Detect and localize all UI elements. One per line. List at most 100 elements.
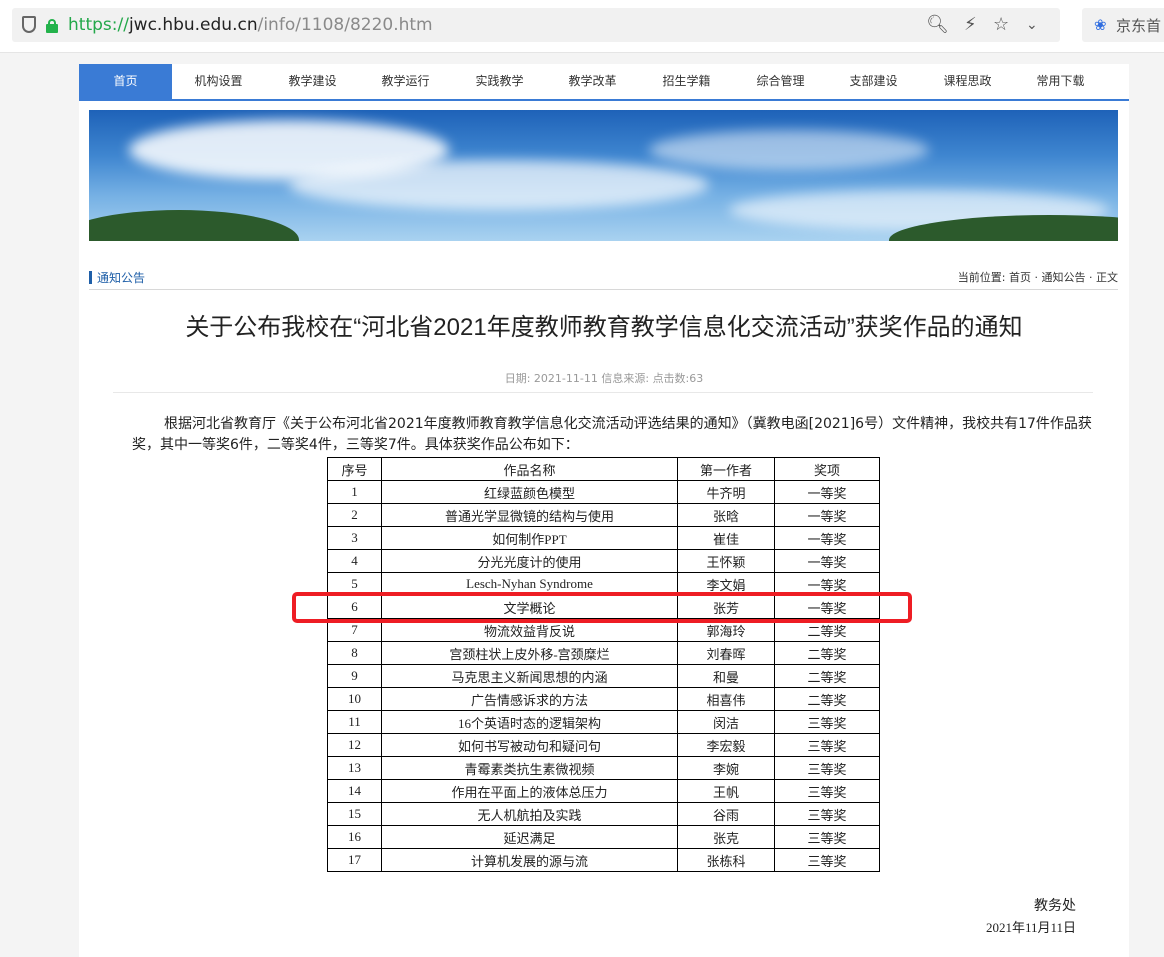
cell-title: 宫颈柱状上皮外移-宫颈糜烂 [381, 641, 678, 665]
nav-item-management[interactable]: 综合管理 [734, 64, 827, 99]
extension-search-box[interactable]: ❀ 京东首 [1082, 8, 1164, 42]
cell-index: 12 [327, 733, 382, 757]
table-row: 4 分光光度计的使用 王怀颖 一等奖 [327, 549, 880, 573]
table-row: 11 16个英语时态的逻辑架构 闵洁 三等奖 [327, 710, 880, 734]
url-text[interactable]: https://jwc.hbu.edu.cn/info/1108/8220.ht… [68, 14, 433, 36]
cell-index: 15 [327, 802, 382, 826]
cell-index: 2 [327, 503, 382, 527]
cell-index: 16 [327, 825, 382, 849]
cell-award: 三等奖 [774, 802, 880, 826]
cell-title: 16个英语时态的逻辑架构 [381, 710, 678, 734]
nav-item-org[interactable]: 机构设置 [172, 64, 265, 99]
cell-award: 二等奖 [774, 664, 880, 688]
cell-author: 牛齐明 [677, 480, 775, 504]
cell-index: 1 [327, 480, 382, 504]
address-bar[interactable]: https://jwc.hbu.edu.cn/info/1108/8220.ht… [12, 8, 1060, 42]
cell-award: 三等奖 [774, 756, 880, 780]
breadcrumb-path[interactable]: 首页 · 通知公告 · 正文 [1009, 271, 1118, 284]
nav-item-teaching-build[interactable]: 教学建设 [266, 64, 359, 99]
banner-image [89, 110, 1118, 241]
breadcrumb: 当前位置: 首页 · 通知公告 · 正文 [957, 271, 1118, 284]
cell-award: 一等奖 [774, 503, 880, 527]
section-marker [89, 271, 92, 284]
cell-author: 刘春晖 [677, 641, 775, 665]
nav-item-reform[interactable]: 教学改革 [546, 64, 639, 99]
lock-icon[interactable] [46, 19, 58, 33]
cell-author: 和曼 [677, 664, 775, 688]
zoom-icon[interactable]: 🔍︎ [926, 15, 949, 35]
cell-index: 8 [327, 641, 382, 665]
divider [113, 392, 1093, 393]
cell-author: 李宏毅 [677, 733, 775, 757]
awards-table: 序号 作品名称 第一作者 奖项 1 红绿蓝颜色模型 牛齐明 一等奖 2 普通光学显微镜的结… [327, 457, 880, 872]
cell-title: 红绿蓝颜色模型 [381, 480, 678, 504]
cell-award: 一等奖 [774, 549, 880, 573]
article-meta: 日期: 2021-11-11 信息来源: 点击数:63 [504, 372, 704, 385]
cell-title: 分光光度计的使用 [381, 549, 678, 573]
cell-title: 作用在平面上的液体总压力 [381, 779, 678, 803]
cell-author: 张栋科 [677, 848, 775, 872]
table-row: 10 广告情感诉求的方法 相喜伟 二等奖 [327, 687, 880, 711]
nav-item-home[interactable]: 首页 [79, 64, 172, 99]
table-header-row: 序号 作品名称 第一作者 奖项 [327, 457, 880, 481]
table-row: 16 延迟满足 张克 三等奖 [327, 825, 880, 849]
nav-item-branch[interactable]: 支部建设 [827, 64, 920, 99]
cell-author: 李婉 [677, 756, 775, 780]
cell-index: 10 [327, 687, 382, 711]
table-row: 15 无人机航拍及实践 谷雨 三等奖 [327, 802, 880, 826]
cell-index: 11 [327, 710, 382, 734]
cell-award: 三等奖 [774, 825, 880, 849]
table-row: 8 宫颈柱状上皮外移-宫颈糜烂 刘春晖 二等奖 [327, 641, 880, 665]
cell-award: 三等奖 [774, 848, 880, 872]
table-row: 14 作用在平面上的液体总压力 王帆 三等奖 [327, 779, 880, 803]
cell-title: 延迟满足 [381, 825, 678, 849]
cell-index: 14 [327, 779, 382, 803]
page-title: 关于公布我校在“河北省2021年度教师教育教学信息化交流活动”获奖作品的通知 [185, 314, 1023, 341]
cell-award: 三等奖 [774, 733, 880, 757]
cell-award: 一等奖 [774, 526, 880, 550]
cell-title: 如何制作PPT [381, 526, 678, 550]
table-row: 3 如何制作PPT 崔佳 一等奖 [327, 526, 880, 550]
header-index: 序号 [327, 457, 382, 481]
section-header: 通知公告 当前位置: 首页 · 通知公告 · 正文 [89, 269, 1118, 290]
extension-label: 京东首 [1116, 17, 1162, 35]
table-row: 2 普通光学显微镜的结构与使用 张晗 一等奖 [327, 503, 880, 527]
signature: 教务处 [1034, 898, 1076, 914]
cell-author: 张晗 [677, 503, 775, 527]
publish-date: 2021年11月11日 [985, 920, 1076, 935]
star-icon[interactable]: ☆ [993, 15, 1009, 35]
cell-title: 广告情感诉求的方法 [381, 687, 678, 711]
cell-title: 普通光学显微镜的结构与使用 [381, 503, 678, 527]
cell-index: 9 [327, 664, 382, 688]
cell-title: 如何书写被动句和疑问句 [381, 733, 678, 757]
article-paragraph: 根据河北省教育厅《关于公布河北省2021年度教师教育教学信息化交流活动评选结果的… [132, 416, 1092, 453]
lightning-icon[interactable]: ⚡︎ [964, 15, 977, 35]
cell-title: 马克思主义新闻思想的内涵 [381, 664, 678, 688]
cell-award: 二等奖 [774, 687, 880, 711]
baidu-paw-icon: ❀ [1094, 16, 1107, 34]
shield-icon[interactable] [22, 16, 36, 33]
cell-title: 计算机发展的源与流 [381, 848, 678, 872]
chevron-down-icon[interactable]: ⌄ [1026, 15, 1038, 35]
header-title: 作品名称 [381, 457, 678, 481]
cell-award: 二等奖 [774, 641, 880, 665]
cell-title: 青霉素类抗生素微视频 [381, 756, 678, 780]
cell-title: 无人机航拍及实践 [381, 802, 678, 826]
table-row: 12 如何书写被动句和疑问句 李宏毅 三等奖 [327, 733, 880, 757]
cell-index: 17 [327, 848, 382, 872]
cell-author: 谷雨 [677, 802, 775, 826]
cell-author: 张克 [677, 825, 775, 849]
table-row: 17 计算机发展的源与流 张栋科 三等奖 [327, 848, 880, 872]
cell-award: 三等奖 [774, 779, 880, 803]
cell-index: 4 [327, 549, 382, 573]
nav-item-teaching-run[interactable]: 教学运行 [359, 64, 452, 99]
cell-author: 王帆 [677, 779, 775, 803]
cell-index: 3 [327, 526, 382, 550]
cell-author: 王怀颖 [677, 549, 775, 573]
page-container: 首页 机构设置 教学建设 教学运行 实践教学 教学改革 招生学籍 综合管理 支部… [79, 64, 1129, 957]
section-title[interactable]: 通知公告 [97, 269, 145, 287]
nav-item-admission[interactable]: 招生学籍 [640, 64, 733, 99]
nav-item-practice[interactable]: 实践教学 [453, 64, 546, 99]
nav-item-ideology[interactable]: 课程思政 [921, 64, 1014, 99]
nav-item-downloads[interactable]: 常用下载 [1014, 64, 1107, 99]
